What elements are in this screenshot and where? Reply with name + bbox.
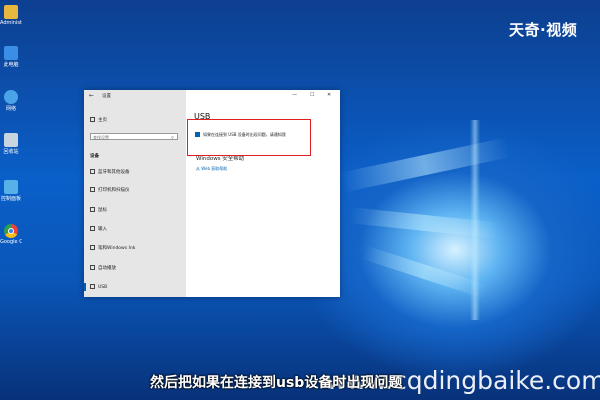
nav-item-mouse[interactable]: 鼠标 — [90, 207, 107, 213]
recycle-bin-icon — [4, 133, 18, 147]
printer-icon — [90, 187, 95, 192]
highlight-box — [187, 119, 311, 156]
search-icon: ⚲ — [171, 135, 174, 140]
nav-item-label: 打印机和扫描仪 — [98, 188, 130, 193]
nav-section-heading: 设备 — [90, 154, 99, 159]
desktop-icon-recycle-bin[interactable]: 回收站 — [0, 133, 22, 155]
chrome-icon — [4, 224, 18, 238]
settings-nav: ← 设置 主页 查找设置 ⚲ 设备 蓝牙和其他设备 打印机和扫描仪 鼠标 输入 … — [84, 90, 186, 297]
keyboard-icon — [90, 226, 95, 231]
nav-item-usb[interactable]: USB — [90, 284, 107, 290]
minimize-button[interactable]: — — [292, 92, 297, 98]
pen-icon — [90, 245, 95, 250]
light-beam — [339, 137, 511, 193]
home-icon — [90, 117, 95, 122]
desktop-icon-this-pc[interactable]: 此电脑 — [0, 46, 22, 68]
nav-item-label: 输入 — [98, 227, 107, 232]
nav-item-pen[interactable]: 笔和Windows Ink — [90, 245, 135, 251]
help-link[interactable]: 从 Web 获取帮助 — [196, 166, 227, 172]
desktop-icon-label: Google Chrome — [0, 239, 22, 245]
maximize-button[interactable]: ☐ — [310, 92, 314, 98]
search-input[interactable]: 查找设置 ⚲ — [90, 133, 178, 140]
desktop-icon-label: 控制面板 — [0, 196, 21, 202]
back-button[interactable]: ← — [89, 92, 94, 99]
nav-item-bluetooth[interactable]: 蓝牙和其他设备 — [90, 169, 130, 175]
brand-watermark: 天奇·视频 — [509, 21, 578, 39]
nav-item-printers[interactable]: 打印机和扫描仪 — [90, 187, 130, 193]
usb-icon — [90, 284, 95, 289]
light-beam — [470, 120, 480, 320]
desktop-icon-label: 此电脑 — [3, 62, 19, 68]
search-placeholder: 查找设置 — [93, 135, 109, 140]
nav-home-label: 主页 — [98, 118, 107, 123]
nav-item-label: 鼠标 — [98, 208, 107, 213]
nav-item-autoplay[interactable]: 自动播放 — [90, 265, 116, 271]
control-panel-icon — [4, 180, 18, 194]
desktop-icon-label: 回收站 — [3, 149, 19, 155]
autoplay-icon — [90, 265, 95, 270]
desktop-icon-chrome[interactable]: Google Chrome — [0, 224, 22, 245]
nav-item-label: USB — [98, 285, 108, 290]
desktop-icon-control-panel[interactable]: 控制面板 — [0, 180, 22, 202]
desktop-icon-network[interactable]: 网络 — [0, 90, 22, 112]
window-title: 设置 — [102, 94, 111, 99]
desktop-icon-administrator[interactable]: Administrator — [0, 5, 22, 26]
nav-item-typing[interactable]: 输入 — [90, 226, 107, 232]
network-icon — [4, 90, 18, 104]
mouse-icon — [90, 207, 95, 212]
nav-item-label: 蓝牙和其他设备 — [98, 170, 130, 175]
nav-item-label: 自动播放 — [98, 266, 116, 271]
video-subtitle: 然后把如果在连接到usb设备时出现问题 — [150, 375, 403, 391]
bluetooth-icon — [90, 169, 95, 174]
desktop-icon-label: 网络 — [5, 106, 16, 112]
close-button[interactable]: ✕ — [327, 92, 331, 98]
computer-icon — [4, 46, 18, 60]
nav-home[interactable]: 主页 — [90, 117, 107, 123]
selected-indicator — [84, 283, 86, 291]
folder-icon — [4, 5, 18, 19]
desktop-icon-label: Administrator — [0, 20, 22, 26]
nav-item-label: 笔和Windows Ink — [98, 246, 136, 251]
